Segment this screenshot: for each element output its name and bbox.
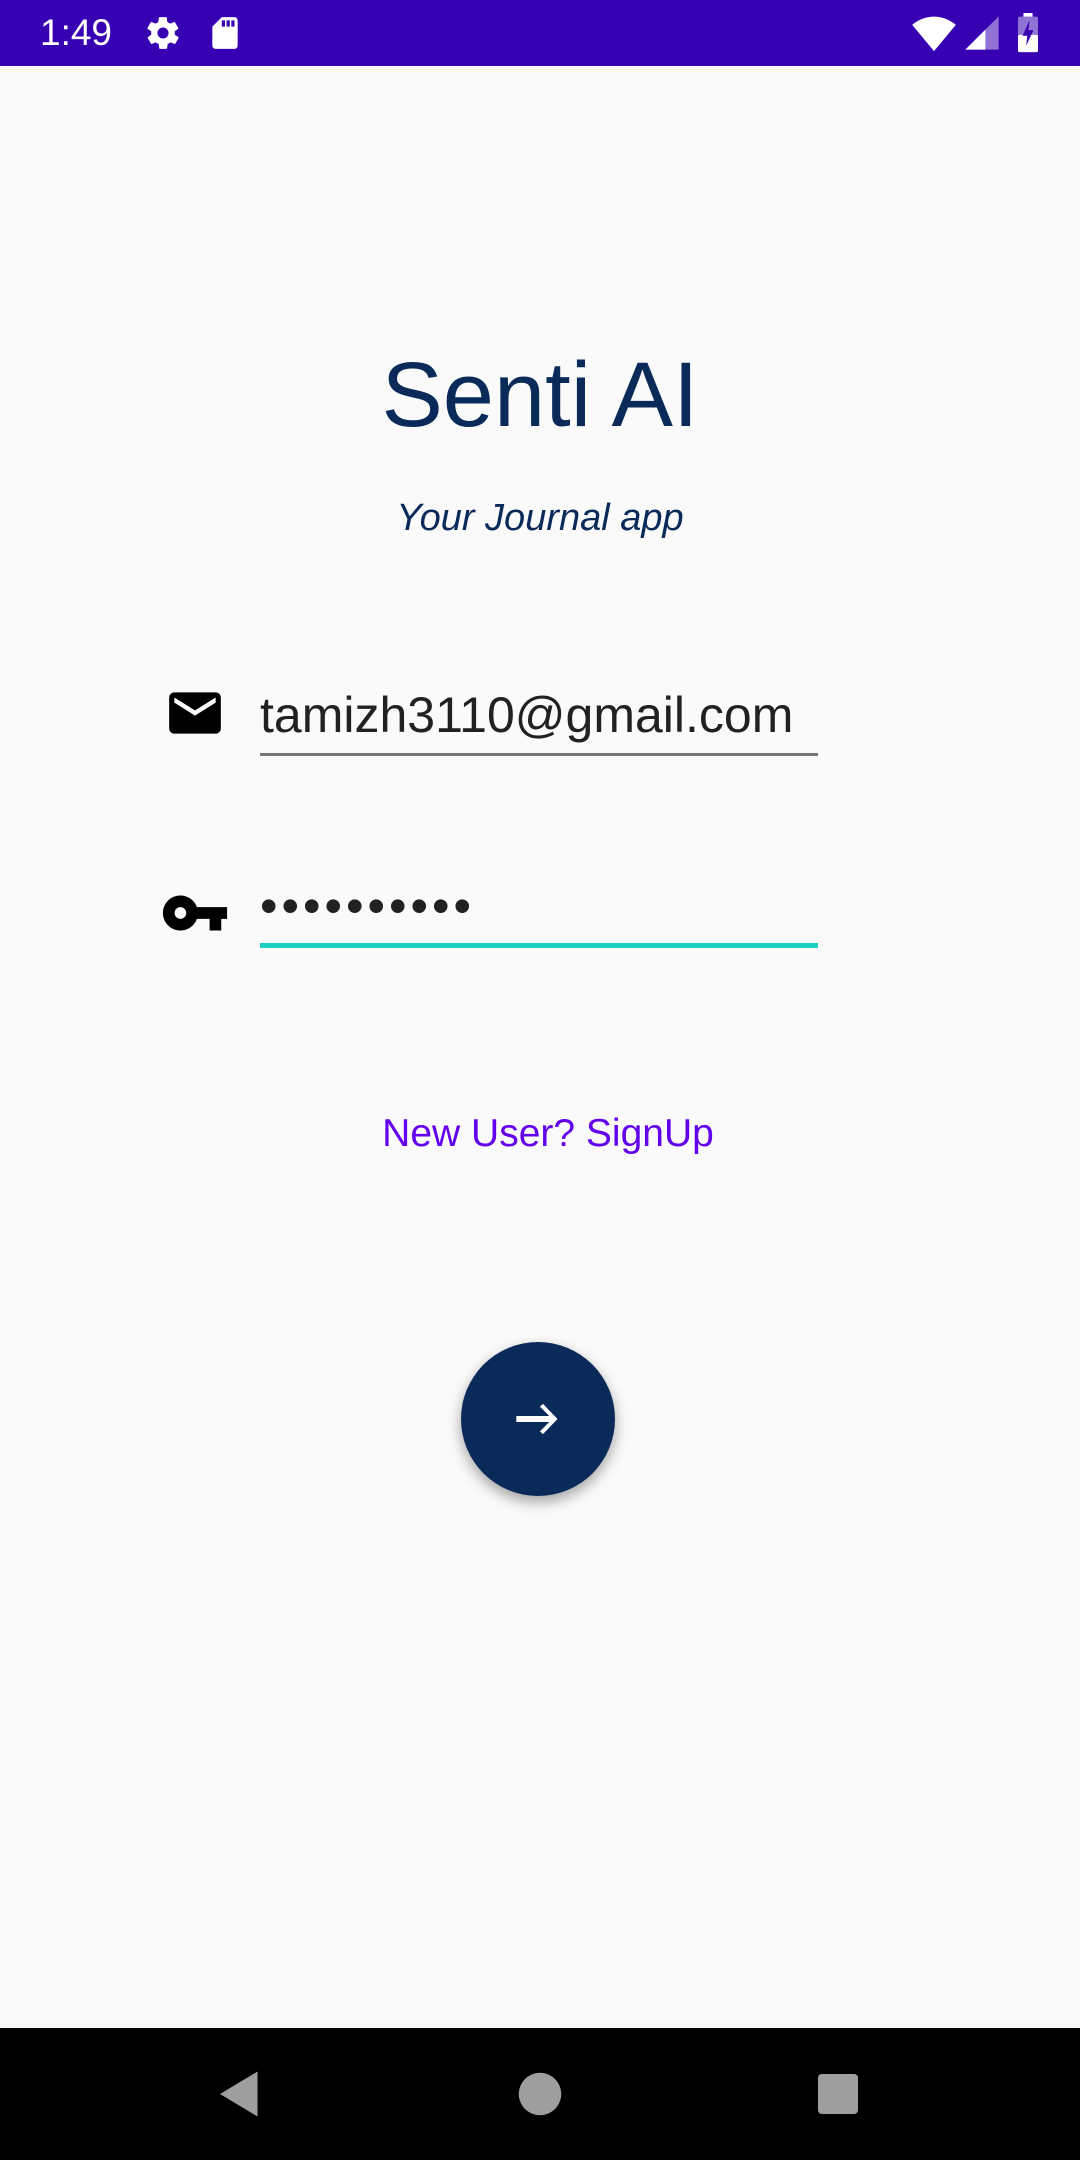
app-subtitle: Your Journal app [396,497,684,539]
status-time: 1:49 [40,12,113,53]
back-icon[interactable] [210,2064,270,2124]
email-field-wrapper [260,676,818,756]
app-title: Senti AI [381,344,699,446]
signal-icon [962,13,1002,53]
status-bar: 1:49 [0,0,1080,66]
navigation-bar [0,2028,1080,2160]
wifi-icon [912,13,956,53]
home-icon[interactable] [510,2064,570,2124]
key-icon [160,878,230,948]
sd-card-icon [206,14,244,52]
email-field[interactable] [260,676,818,756]
arrow-right-icon [516,1403,558,1435]
signup-link[interactable]: New User? SignUp [0,1104,1080,1164]
login-submit-button[interactable] [461,1342,615,1496]
password-field-wrapper: •••••••••• [260,864,818,948]
recents-icon[interactable] [808,2064,868,2124]
password-field[interactable]: •••••••••• [260,864,818,948]
battery-charging-icon [1016,13,1040,53]
settings-icon [144,14,182,52]
login-screen: 1:49 Senti AI Your Journal app •••••••••… [0,0,1080,2160]
mail-icon [164,682,226,744]
